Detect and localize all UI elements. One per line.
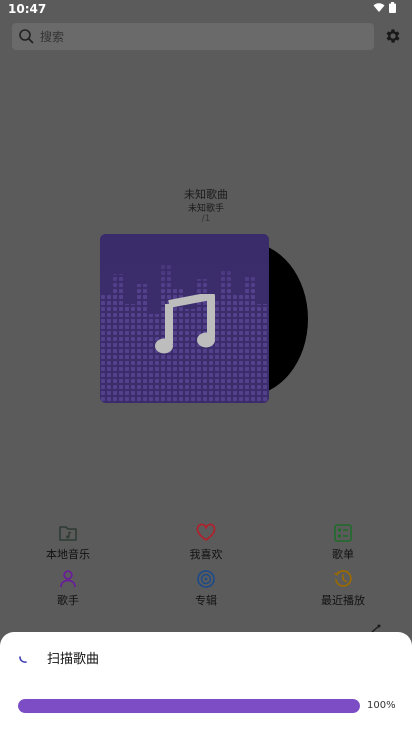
menu-item-label: 歌单 (332, 548, 354, 561)
song-title: 未知歌曲 (184, 188, 228, 201)
battery-icon (389, 2, 396, 13)
album-cover[interactable] (100, 234, 269, 403)
status-bar: 10:47 (0, 0, 412, 18)
heart-icon (196, 523, 216, 541)
loading-spinner-icon (19, 656, 27, 663)
music-note-icon (155, 294, 215, 354)
folder-music-icon (59, 526, 77, 541)
status-time: 10:47 (8, 2, 47, 16)
menu-item-artists[interactable]: 歌手 (18, 569, 118, 608)
menu-item-albums[interactable]: 专辑 (156, 569, 256, 608)
history-icon (334, 570, 352, 587)
menu-item-label: 歌手 (57, 594, 79, 607)
scan-dialog-title: 扫描歌曲 (47, 652, 100, 667)
menu-item-playlists[interactable]: 歌单 (293, 523, 393, 562)
playlist-icon (334, 524, 352, 542)
menu-item-recent[interactable]: 最近播放 (293, 569, 393, 608)
song-index: /1 (201, 214, 211, 224)
menu-item-label: 本地音乐 (46, 548, 90, 561)
menu-item-label: 最近播放 (321, 594, 365, 607)
search-bar[interactable] (12, 23, 374, 50)
menu-item-label: 专辑 (195, 594, 217, 607)
status-icons (373, 2, 396, 13)
scan-progress-label: 100% (367, 700, 396, 711)
menu-item-label: 我喜欢 (189, 548, 223, 561)
search-icon (19, 29, 34, 44)
menu-item-local-music[interactable]: 本地音乐 (18, 523, 118, 562)
person-icon (60, 570, 76, 588)
menu-item-favorites[interactable]: 我喜欢 (156, 523, 256, 562)
album-icon (197, 570, 215, 588)
scan-progress-fill (18, 699, 360, 713)
song-artist: 未知歌手 (187, 204, 224, 214)
scan-progress-bar (18, 699, 360, 713)
gear-icon[interactable] (384, 27, 402, 45)
search-input[interactable] (40, 23, 360, 50)
wifi-icon (373, 2, 385, 12)
